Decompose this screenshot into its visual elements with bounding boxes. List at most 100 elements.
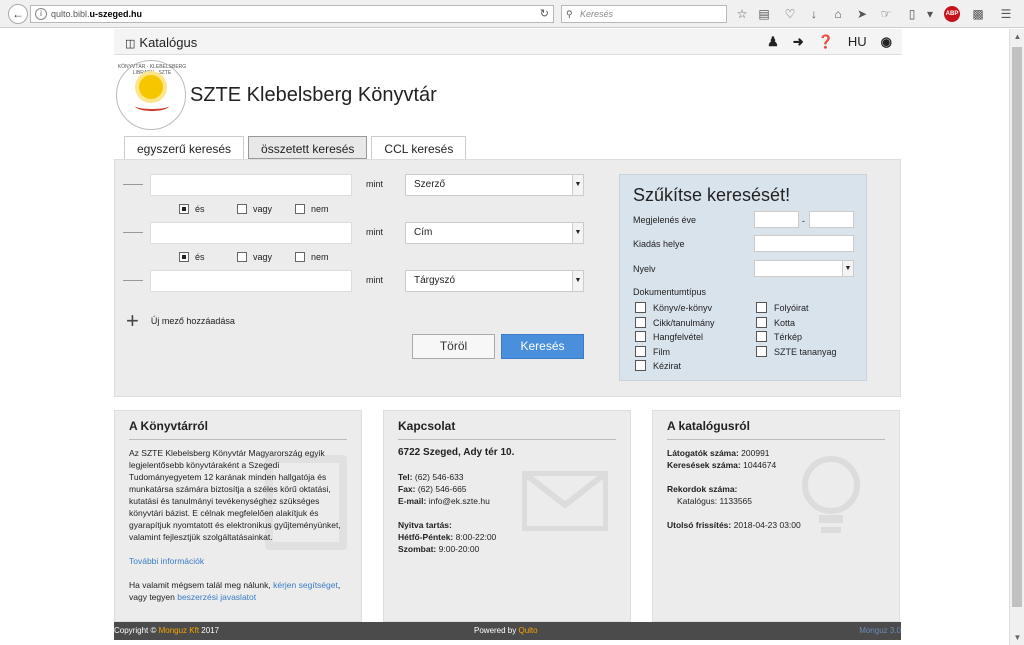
checkbox-checked-icon[interactable] bbox=[179, 252, 189, 262]
url-host: u-szeged.hu bbox=[89, 9, 143, 19]
clear-button[interactable]: Töröl bbox=[412, 334, 495, 359]
browser-search-input[interactable]: ⚲ Keresés bbox=[561, 5, 727, 23]
doc-type-option[interactable]: Kotta bbox=[756, 317, 795, 328]
note-icon[interactable]: ▩ bbox=[970, 6, 986, 22]
checkbox-icon[interactable] bbox=[635, 360, 646, 371]
checkbox-icon[interactable] bbox=[756, 346, 767, 357]
tab-ccl-search[interactable]: CCL keresés bbox=[371, 136, 467, 160]
doc-type-option[interactable]: Kézirat bbox=[635, 360, 681, 371]
place-label: Kiadás helye bbox=[633, 239, 685, 249]
checkbox-icon[interactable] bbox=[635, 331, 646, 342]
trash-icon[interactable]: ▯ bbox=[904, 6, 920, 22]
op-and-label: és bbox=[195, 204, 205, 214]
checkbox-icon[interactable] bbox=[295, 204, 305, 214]
search-button[interactable]: Keresés bbox=[501, 334, 584, 359]
company-link[interactable]: Monguz Kft bbox=[159, 626, 199, 635]
suggest-link[interactable]: beszerzési javaslatot bbox=[177, 592, 256, 602]
user-icon[interactable]: ♟ bbox=[767, 34, 779, 50]
catalog-body: Látogatók száma: 200991 Keresések száma:… bbox=[667, 447, 885, 531]
more-info-link[interactable]: További információk bbox=[129, 556, 204, 566]
dropdown-arrow-icon[interactable]: ▾ bbox=[922, 6, 938, 22]
search-tabs: egyszerű keresés összetett keresés CCL k… bbox=[124, 136, 467, 160]
op-and[interactable]: és bbox=[179, 203, 237, 215]
year-separator: - bbox=[802, 216, 805, 226]
tab-simple-search[interactable]: egyszerű keresés bbox=[124, 136, 245, 160]
doc-type-option[interactable]: Film bbox=[635, 346, 670, 357]
op-and-label: és bbox=[195, 252, 205, 262]
field-select-2[interactable]: Cím ▼ bbox=[405, 222, 584, 244]
checkbox-icon[interactable] bbox=[635, 346, 646, 357]
search-term-input-1[interactable] bbox=[150, 174, 352, 196]
eye-icon[interactable]: ◉ bbox=[881, 34, 892, 50]
op-or[interactable]: vagy bbox=[237, 203, 295, 215]
remove-row-icon[interactable] bbox=[123, 184, 143, 185]
tab-advanced-search[interactable]: összetett keresés bbox=[248, 136, 368, 159]
language-selector[interactable]: HU bbox=[848, 34, 867, 50]
login-icon[interactable]: ➜ bbox=[793, 34, 804, 50]
doc-type-option[interactable]: Hangfelvétel bbox=[635, 331, 703, 342]
email-value[interactable]: info@ek.szte.hu bbox=[429, 496, 490, 506]
year-to-input[interactable] bbox=[809, 211, 854, 228]
download-icon[interactable]: ↓ bbox=[806, 6, 822, 22]
catalog-link[interactable]: ◫ Katalógus bbox=[125, 35, 197, 50]
searches-value: 1044674 bbox=[743, 460, 777, 470]
checkbox-icon[interactable] bbox=[635, 302, 646, 313]
scroll-down-icon[interactable]: ▼ bbox=[1010, 630, 1024, 645]
library-logo[interactable]: KÖNYVTÁR · KLEBELSBERG LIBRARY · SZTE bbox=[116, 60, 186, 130]
about-body: Az SZTE Klebelsberg Könyvtár Magyarorszá… bbox=[129, 447, 347, 603]
language-select[interactable]: ▼ bbox=[754, 260, 854, 277]
extension-icon[interactable]: ☞ bbox=[878, 6, 894, 22]
ask-help-link[interactable]: kérjen segítséget bbox=[273, 580, 338, 590]
pocket-icon[interactable]: ♡ bbox=[782, 6, 798, 22]
doc-type-option[interactable]: SZTE tananyag bbox=[756, 346, 837, 357]
doc-type-option[interactable]: Folyóirat bbox=[756, 302, 809, 313]
checkbox-icon[interactable] bbox=[237, 204, 247, 214]
search-term-input-2[interactable] bbox=[150, 222, 352, 244]
help-prefix: Ha valamit mégsem talál meg nálunk, bbox=[129, 580, 271, 590]
back-icon[interactable]: ← bbox=[8, 4, 28, 24]
scroll-up-icon[interactable]: ▲ bbox=[1010, 29, 1024, 44]
field-select-3[interactable]: Tárgyszó ▼ bbox=[405, 270, 584, 292]
remove-row-icon[interactable] bbox=[123, 232, 143, 233]
hours-label: Nyitva tartás: bbox=[398, 520, 452, 530]
op-not[interactable]: nem bbox=[295, 251, 353, 263]
checkbox-icon[interactable] bbox=[756, 331, 767, 342]
op-and[interactable]: és bbox=[179, 251, 237, 263]
reading-list-icon[interactable]: ▤ bbox=[756, 6, 772, 22]
remove-row-icon[interactable] bbox=[123, 280, 143, 281]
footer-version[interactable]: Monguz 3.0 bbox=[859, 622, 901, 640]
qulto-link[interactable]: Qulto bbox=[518, 626, 537, 635]
book-icon: ◫ bbox=[125, 38, 136, 50]
doc-type-label-course: SZTE tananyag bbox=[774, 346, 837, 357]
add-field-button[interactable]: + Új mező hozzáadása bbox=[126, 310, 235, 332]
footer-copyright: Copyright © Monguz Kft 2017 bbox=[114, 622, 219, 640]
op-not[interactable]: nem bbox=[295, 203, 353, 215]
bookmark-star-icon[interactable]: ☆ bbox=[734, 6, 750, 22]
adblock-icon[interactable]: ABP bbox=[944, 6, 960, 22]
reload-icon[interactable]: ↻ bbox=[540, 6, 549, 22]
checkbox-icon[interactable] bbox=[635, 317, 646, 328]
home-icon[interactable]: ⌂ bbox=[830, 6, 846, 22]
send-icon[interactable]: ➤ bbox=[854, 6, 870, 22]
year-from-input[interactable] bbox=[754, 211, 799, 228]
address-bar[interactable]: i qulto.bibl.u-szeged.hu ↻ bbox=[30, 5, 554, 23]
checkbox-icon[interactable] bbox=[756, 302, 767, 313]
doc-type-option[interactable]: Térkép bbox=[756, 331, 802, 342]
doc-type-option[interactable]: Cikk/tanulmány bbox=[635, 317, 715, 328]
place-input[interactable] bbox=[754, 235, 854, 252]
info-icon[interactable]: i bbox=[35, 8, 47, 20]
scroll-thumb[interactable] bbox=[1012, 47, 1022, 607]
checkbox-icon[interactable] bbox=[756, 317, 767, 328]
op-or[interactable]: vagy bbox=[237, 251, 295, 263]
doc-type-option[interactable]: Könyv/e-könyv bbox=[635, 302, 712, 313]
scrollbar[interactable]: ▲ ▼ bbox=[1009, 29, 1024, 645]
checkbox-checked-icon[interactable] bbox=[179, 204, 189, 214]
help-icon[interactable]: ❓ bbox=[818, 34, 834, 50]
fax-value: (62) 546-665 bbox=[417, 484, 467, 494]
menu-icon[interactable]: ☰ bbox=[998, 6, 1014, 22]
field-select-1[interactable]: Szerző ▼ bbox=[405, 174, 584, 196]
catalog-title: A katalógusról bbox=[667, 419, 885, 440]
search-term-input-3[interactable] bbox=[150, 270, 352, 292]
checkbox-icon[interactable] bbox=[295, 252, 305, 262]
checkbox-icon[interactable] bbox=[237, 252, 247, 262]
